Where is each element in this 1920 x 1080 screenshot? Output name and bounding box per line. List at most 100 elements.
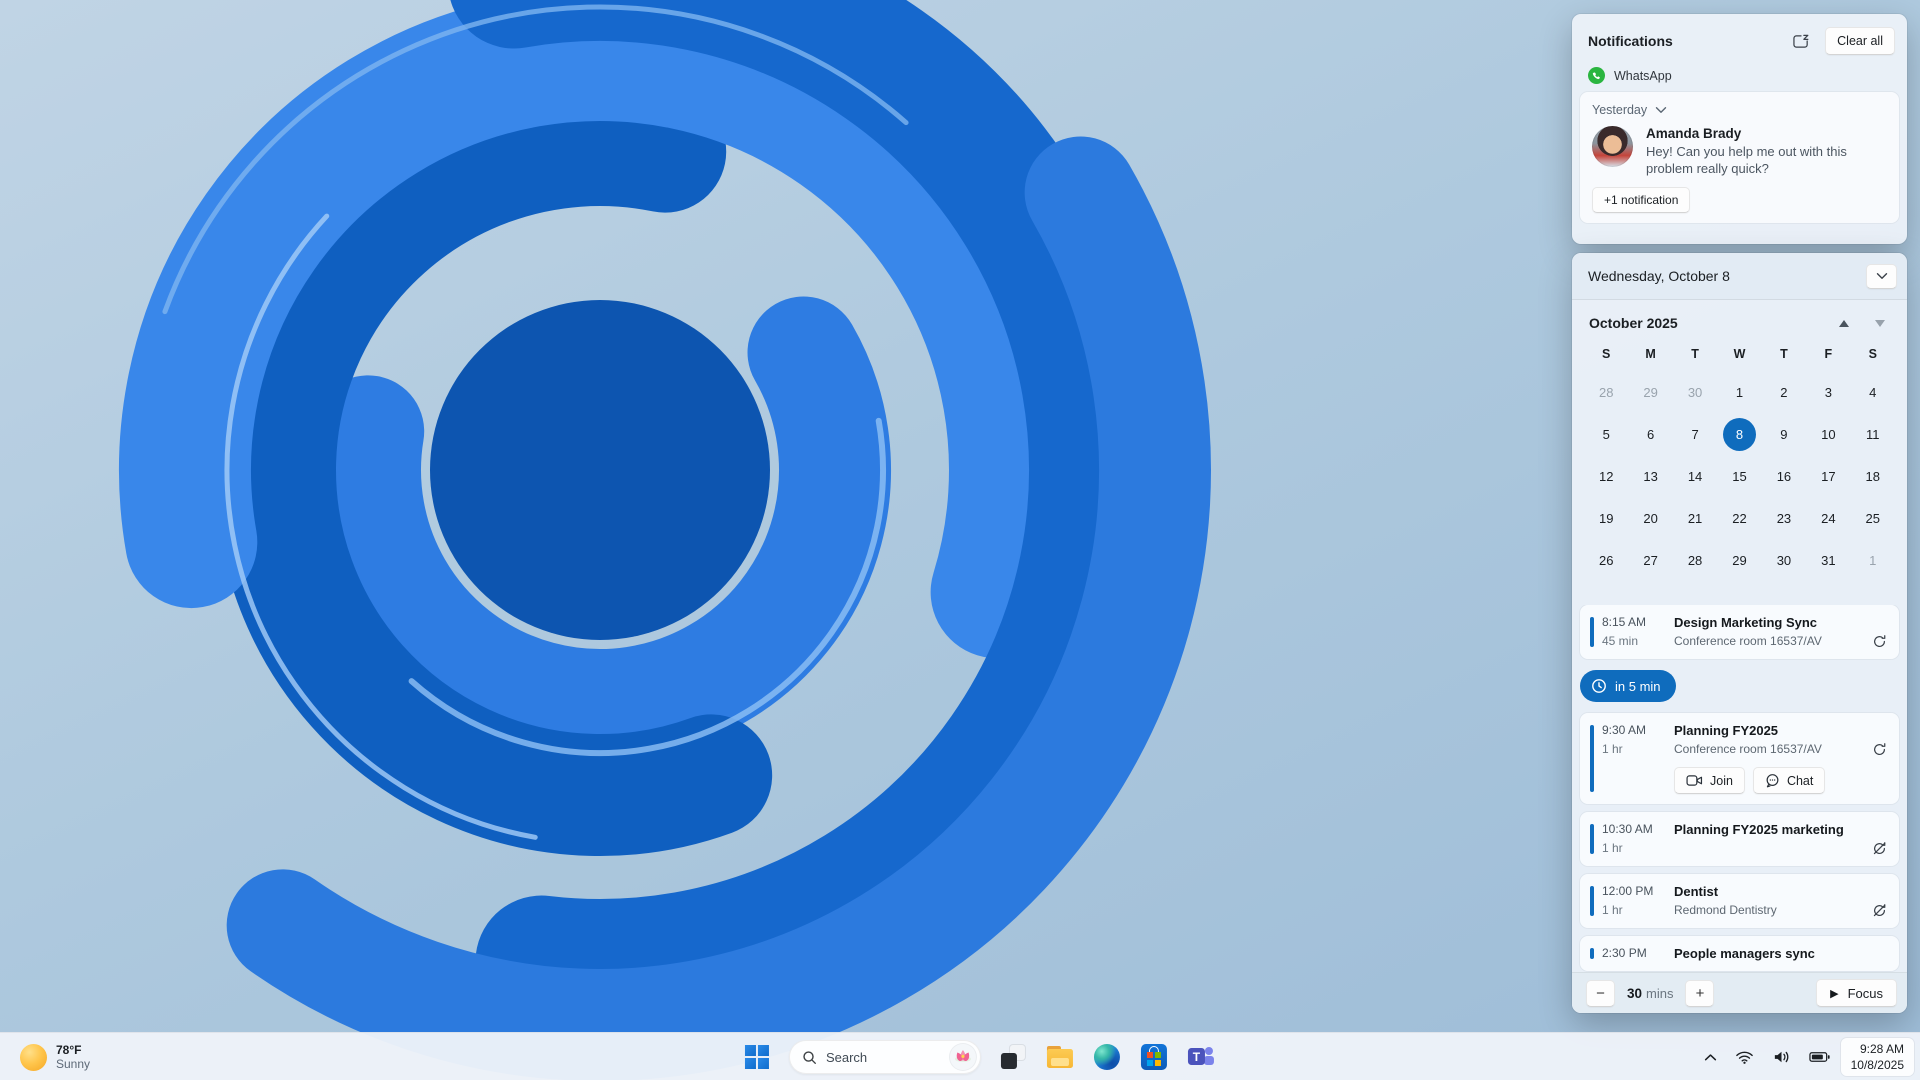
day-number: 20 bbox=[1643, 510, 1658, 526]
calendar-day[interactable]: 25 bbox=[1851, 497, 1895, 539]
clear-all-button[interactable]: Clear all bbox=[1825, 27, 1895, 55]
day-number: 2 bbox=[1780, 384, 1788, 400]
microsoft-store-icon bbox=[1140, 1044, 1167, 1070]
calendar-day[interactable]: 18 bbox=[1851, 455, 1895, 497]
event-card[interactable]: 9:30 AM Planning FY2025 1 hr Conference … bbox=[1580, 713, 1899, 804]
show-hidden-icons-button[interactable] bbox=[1697, 1039, 1724, 1075]
wifi-button[interactable] bbox=[1728, 1039, 1761, 1075]
reminder-pill[interactable]: in 5 min bbox=[1580, 670, 1676, 702]
notifications-header: Notifications Clear all bbox=[1572, 14, 1907, 61]
task-view-button[interactable] bbox=[998, 1042, 1028, 1072]
calendar-day[interactable]: 13 bbox=[1628, 455, 1672, 497]
calendar-day[interactable]: 10 bbox=[1806, 413, 1850, 455]
event-time: 10:30 AM bbox=[1602, 822, 1653, 836]
reminder-text: in 5 min bbox=[1615, 678, 1661, 694]
calendar-panel: Wednesday, October 8 October 2025 S M T … bbox=[1572, 253, 1907, 1013]
day-number: 17 bbox=[1821, 468, 1836, 484]
chat-button[interactable]: Chat bbox=[1752, 767, 1826, 794]
calendar-day[interactable]: 6 bbox=[1628, 413, 1672, 455]
event-title: People managers sync bbox=[1674, 946, 1815, 961]
notification-text-column: Amanda Brady Hey! Can you help me out wi… bbox=[1646, 126, 1871, 177]
calendar-day[interactable]: 28 bbox=[1584, 371, 1628, 413]
calendar-day[interactable]: 20 bbox=[1628, 497, 1672, 539]
calendar-day[interactable]: 22 bbox=[1717, 497, 1761, 539]
calendar-day-selected[interactable]: 8 bbox=[1717, 413, 1761, 455]
calendar-day[interactable]: 31 bbox=[1806, 539, 1850, 581]
microsoft-store-button[interactable] bbox=[1139, 1042, 1169, 1072]
calendar-day[interactable]: 24 bbox=[1806, 497, 1850, 539]
month-next-icon[interactable] bbox=[1875, 319, 1885, 327]
day-number: 28 bbox=[1687, 552, 1703, 568]
day-number: 30 bbox=[1776, 552, 1792, 568]
teams-button[interactable]: T bbox=[1186, 1042, 1216, 1072]
month-previous-icon[interactable] bbox=[1839, 319, 1849, 327]
edge-button[interactable] bbox=[1092, 1042, 1122, 1072]
calendar-day[interactable]: 9 bbox=[1762, 413, 1806, 455]
file-explorer-button[interactable] bbox=[1045, 1042, 1075, 1072]
calendar-day[interactable]: 5 bbox=[1584, 413, 1628, 455]
calendar-day[interactable]: 28 bbox=[1673, 539, 1717, 581]
widgets-weather-button[interactable]: 78°F Sunny bbox=[10, 1033, 100, 1080]
notification-body: Amanda Brady Hey! Can you help me out wi… bbox=[1592, 126, 1887, 177]
calendar-day[interactable]: 30 bbox=[1762, 539, 1806, 581]
notification-card[interactable]: Yesterday Amanda Brady Hey! Can you help… bbox=[1580, 92, 1899, 223]
calendar-day[interactable]: 1 bbox=[1717, 371, 1761, 413]
recurrence-off-icon bbox=[1867, 903, 1887, 918]
calendar-date-label: Wednesday, October 8 bbox=[1588, 268, 1730, 284]
event-location bbox=[1674, 841, 1857, 856]
calendar-day[interactable]: 12 bbox=[1584, 455, 1628, 497]
agenda-list: 8:15 AM Design Marketing Sync 45 min Con… bbox=[1572, 605, 1907, 972]
increase-minutes-button[interactable]: + bbox=[1685, 979, 1715, 1007]
day-number: 25 bbox=[1865, 510, 1880, 526]
day-number: 5 bbox=[1602, 426, 1610, 442]
calendar-month-row: October 2025 bbox=[1572, 300, 1907, 331]
calendar-day[interactable]: 3 bbox=[1806, 371, 1850, 413]
decrease-minutes-button[interactable]: − bbox=[1586, 979, 1615, 1007]
start-button[interactable] bbox=[742, 1042, 772, 1072]
weekday-label: T bbox=[1691, 347, 1699, 361]
volume-button[interactable] bbox=[1765, 1039, 1798, 1075]
event-title: Planning FY2025 marketing bbox=[1674, 822, 1844, 837]
event-card[interactable]: 8:15 AM Design Marketing Sync 45 min Con… bbox=[1580, 605, 1899, 659]
day-number: 31 bbox=[1821, 552, 1836, 568]
calendar-day[interactable]: 29 bbox=[1717, 539, 1761, 581]
speaker-icon bbox=[1774, 1051, 1788, 1063]
calendar-day[interactable]: 26 bbox=[1584, 539, 1628, 581]
teams-icon: T bbox=[1187, 1044, 1214, 1070]
calendar-day[interactable]: 15 bbox=[1717, 455, 1761, 497]
calendar-day[interactable]: 29 bbox=[1628, 371, 1672, 413]
calendar-day[interactable]: 2 bbox=[1762, 371, 1806, 413]
do-not-disturb-icon[interactable] bbox=[1785, 27, 1817, 55]
search-icon bbox=[803, 1050, 816, 1064]
more-notifications-button[interactable]: +1 notification bbox=[1592, 187, 1691, 213]
calendar-day[interactable]: 4 bbox=[1851, 371, 1895, 413]
calendar-day[interactable]: 27 bbox=[1628, 539, 1672, 581]
calendar-collapse-button[interactable] bbox=[1866, 263, 1897, 289]
calendar-day[interactable]: 14 bbox=[1673, 455, 1717, 497]
event-time: 12:00 PM bbox=[1602, 884, 1654, 898]
event-location: Conference room 16537/AV bbox=[1674, 634, 1822, 648]
calendar-month-label: October 2025 bbox=[1589, 315, 1678, 331]
avatar bbox=[1592, 126, 1633, 167]
calendar-day[interactable]: 17 bbox=[1806, 455, 1850, 497]
notification-group-label: Yesterday bbox=[1592, 103, 1648, 117]
calendar-day[interactable]: 16 bbox=[1762, 455, 1806, 497]
calendar-day[interactable]: 19 bbox=[1584, 497, 1628, 539]
calendar-day[interactable]: 1 bbox=[1851, 539, 1895, 581]
calendar-day[interactable]: 7 bbox=[1673, 413, 1717, 455]
focus-button[interactable]: ▶ Focus bbox=[1816, 979, 1897, 1007]
search-input[interactable]: Search bbox=[788, 1040, 981, 1074]
calendar-day[interactable]: 30 bbox=[1673, 371, 1717, 413]
day-number: 21 bbox=[1687, 510, 1703, 526]
calendar-day[interactable]: 21 bbox=[1673, 497, 1717, 539]
calendar-day[interactable]: 11 bbox=[1851, 413, 1895, 455]
notification-group-toggle[interactable]: Yesterday bbox=[1592, 103, 1667, 117]
battery-button[interactable] bbox=[1802, 1039, 1837, 1075]
join-button[interactable]: Join bbox=[1674, 767, 1745, 794]
event-card[interactable]: 12:00 PM Dentist 1 hr Redmond Dentistry bbox=[1580, 874, 1899, 928]
calendar-day[interactable]: 23 bbox=[1762, 497, 1806, 539]
event-card[interactable]: 10:30 AM Planning FY2025 marketing 1 hr bbox=[1580, 812, 1899, 866]
clock-date-button[interactable]: 9:28 AM 10/8/2025 bbox=[1840, 1038, 1914, 1076]
event-title: Dentist bbox=[1674, 884, 1719, 899]
event-card[interactable]: 2:30 PM People managers sync bbox=[1580, 936, 1899, 971]
